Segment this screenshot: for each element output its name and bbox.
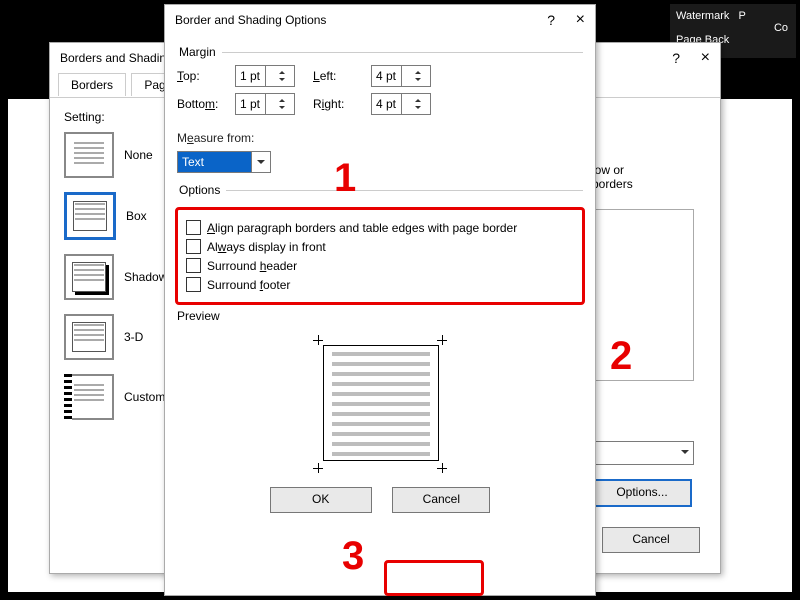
options-button[interactable]: Options... bbox=[592, 479, 692, 507]
help-icon[interactable]: ? bbox=[547, 5, 555, 35]
ribbon-co: Co bbox=[774, 22, 788, 34]
display-front-checkbox[interactable]: Always display in front bbox=[186, 239, 574, 254]
setting-shadow-label: Shadow bbox=[124, 270, 167, 284]
checkbox-icon bbox=[186, 239, 201, 254]
right-spinner[interactable]: 4 pt bbox=[371, 93, 431, 115]
preview-column: low or borders Options... bbox=[592, 163, 702, 507]
preview-hint2: borders bbox=[592, 177, 702, 191]
align-label: Align paragraph borders and table edges … bbox=[207, 221, 517, 235]
display-front-label: Always display in front bbox=[207, 240, 326, 254]
surround-footer-label: Surround footer bbox=[207, 278, 290, 292]
ok-button[interactable]: OK bbox=[270, 487, 372, 513]
close-icon[interactable]: × bbox=[576, 5, 585, 35]
options-titlebar[interactable]: Border and Shading Options ? × bbox=[165, 5, 595, 35]
annotation-3: 3 bbox=[342, 534, 364, 579]
margin-legend: Margin bbox=[177, 45, 222, 59]
surround-footer-checkbox[interactable]: Surround footer bbox=[186, 277, 574, 292]
measure-from-group: Measure from: Text bbox=[177, 131, 583, 173]
help-icon[interactable]: ? bbox=[672, 43, 680, 73]
setting-none-label: None bbox=[124, 148, 153, 162]
chevron-down-icon bbox=[251, 152, 270, 172]
options-legend: Options bbox=[177, 183, 226, 197]
ok-highlight-box bbox=[384, 560, 484, 596]
align-checkbox[interactable]: Align paragraph borders and table edges … bbox=[186, 220, 574, 235]
left-spinner[interactable]: 4 pt bbox=[371, 65, 431, 87]
bottom-label: Bottom: bbox=[177, 97, 235, 111]
checkbox-icon bbox=[186, 277, 201, 292]
preview-hint1: low or bbox=[592, 163, 702, 177]
right-label: Right: bbox=[313, 97, 371, 111]
setting-custom-label: Custom bbox=[124, 390, 165, 404]
apply-to-combo[interactable] bbox=[592, 441, 694, 465]
back-cancel-button[interactable]: Cancel bbox=[602, 527, 700, 553]
ribbon-p: P bbox=[738, 10, 745, 22]
preview-page-icon bbox=[295, 329, 465, 479]
back-dialog-buttons: Cancel bbox=[602, 527, 700, 553]
options-title: Border and Shading Options bbox=[175, 13, 326, 27]
preview-box-icon bbox=[592, 209, 694, 381]
checkbox-icon bbox=[186, 220, 201, 235]
preview-group: Preview bbox=[177, 309, 583, 479]
top-spinner[interactable]: 1 pt bbox=[235, 65, 295, 87]
margin-group: Margin Top: 1 pt Left: 4 pt Bottom: 1 pt… bbox=[177, 45, 583, 121]
top-label: Top: bbox=[177, 69, 235, 83]
annotation-2: 2 bbox=[610, 334, 632, 379]
options-highlight-box: Align paragraph borders and table edges … bbox=[175, 207, 585, 305]
annotation-1: 1 bbox=[334, 156, 356, 201]
checkbox-icon bbox=[186, 258, 201, 273]
surround-header-label: Surround header bbox=[207, 259, 297, 273]
screenshot-frame: Watermark P Co Page Back Borders and Sha… bbox=[0, 0, 800, 600]
close-icon[interactable]: × bbox=[701, 43, 710, 73]
setting-box-label: Box bbox=[126, 209, 147, 223]
measure-from-dropdown[interactable]: Text bbox=[177, 151, 271, 173]
border-shading-options-dialog: Border and Shading Options ? × Margin To… bbox=[164, 4, 596, 596]
ribbon-watermark[interactable]: Watermark bbox=[676, 10, 729, 22]
bottom-spinner[interactable]: 1 pt bbox=[235, 93, 295, 115]
measure-from-value: Text bbox=[178, 152, 251, 172]
dialog-title: Borders and Shading bbox=[60, 51, 173, 65]
tab-borders[interactable]: Borders bbox=[58, 73, 126, 96]
left-label: Left: bbox=[313, 69, 371, 83]
preview-legend: Preview bbox=[177, 309, 583, 323]
front-dialog-buttons: OK Cancel bbox=[165, 487, 595, 513]
surround-header-checkbox[interactable]: Surround header bbox=[186, 258, 574, 273]
measure-from-label: Measure from: bbox=[177, 131, 583, 145]
options-group: Options bbox=[177, 183, 583, 197]
setting-3d-label: 3-D bbox=[124, 330, 143, 344]
cancel-button[interactable]: Cancel bbox=[392, 487, 490, 513]
